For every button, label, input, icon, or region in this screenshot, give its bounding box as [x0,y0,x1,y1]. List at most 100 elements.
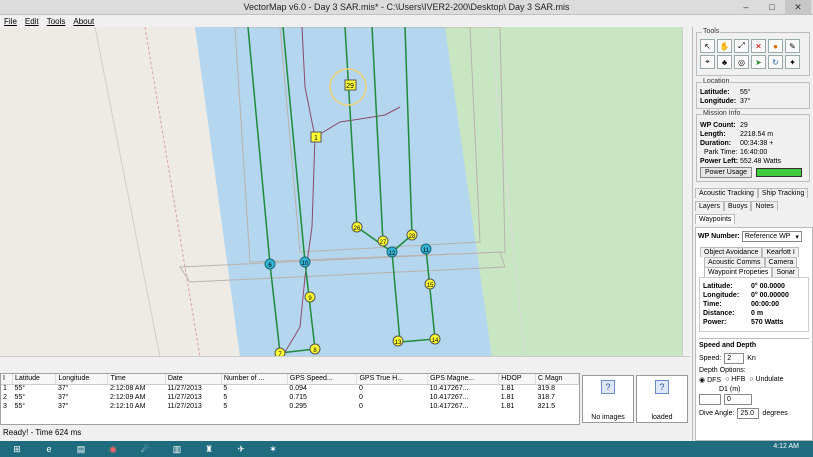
chevron-down-icon: ▾ [795,233,799,241]
image-preview-right[interactable]: ? loaded [636,375,688,423]
side-panel: Tools ↖ ✋ ⤢ ✕ ● ✎ ⌖ ♣ ◎ ➤ ↻ ✦ Location L… [692,27,813,441]
network-icon[interactable]: ☄ [134,442,156,456]
dive-angle-input[interactable]: 25.0 [737,408,760,419]
dfs-radio[interactable]: ◉ DFS [699,376,721,384]
tab-kearfott[interactable]: Kearfott I [762,247,799,257]
hand-icon[interactable]: ✋ [717,39,732,53]
tab-waypoint-properties[interactable]: Waypoint Propeties [704,267,773,277]
waypoint-label: 14 [432,338,439,344]
tab-notes[interactable]: Notes [751,201,778,211]
app-icon[interactable]: ♜ [198,442,220,456]
wp-power-label: Power: [703,319,727,326]
table-row[interactable]: 3 55° 37° 2:12:10 AM 11/27/2013 5 0.295 … [1,402,579,411]
image-preview-left[interactable]: ? No images [582,375,634,423]
speed-unit: Kn [747,355,756,362]
table-row[interactable]: 1 55° 37° 2:12:08 AM 11/27/2013 5 0.094 … [1,384,579,393]
wp-number-select[interactable]: Reference WP ▾ [741,231,802,242]
grid-cell: 11/27/2013 [167,385,202,393]
grid-header[interactable]: GPS Magne... [427,374,500,385]
image-preview-area: ? No images ? loaded [580,373,690,425]
location-group-label: Location [702,78,731,85]
folder-icon[interactable]: ▥ [166,442,188,456]
undulate-label: Undulate [755,376,784,383]
tab-layers[interactable]: Layers [695,201,725,211]
leaf-icon[interactable]: ➤ [751,55,766,69]
pointer-icon[interactable]: ↖ [700,39,715,53]
grid-header[interactable]: GPS True H... [356,374,429,385]
record-icon[interactable]: ● [768,39,783,53]
waypoint-icon[interactable]: ⌖ [700,55,715,69]
map-horizontal-scrollbar[interactable] [0,356,690,365]
gps-data-grid[interactable]: I Latitude Longitude Time Date Number of… [0,373,580,425]
wp-distance-value: 0 m [751,310,764,317]
grid-cell: 37° [57,385,69,393]
power-usage-button[interactable]: Power Usage [700,167,753,178]
longitude-label: Longitude: [700,98,737,105]
wp-count-label: WP Count: [700,122,736,129]
tab-sonar[interactable]: Sonar [772,267,800,277]
d1-label: D1 (m) [719,386,741,393]
tab-camera[interactable]: Camera [764,257,798,267]
menu-about[interactable]: About [73,17,94,26]
hfb-radio[interactable]: ○ HFB [725,376,745,384]
tab-ship-tracking[interactable]: Ship Tracking [757,188,809,198]
grid-header[interactable]: Longitude [55,374,109,385]
battery-icon [756,168,803,177]
grid-cell: 10.417267... [429,403,469,410]
tab-object-avoidance[interactable]: Object Avoidance [700,247,763,257]
grid-cell: 37° [57,394,69,401]
map-view[interactable]: 1 29 26 27 28 6 10 9 7 8 12 11 15 13 14 [0,27,690,357]
waypoint-label: 15 [427,283,434,289]
waypoint-properties: Latitude: 0° 00.0000 Longitude: 0° 00.0000… [699,277,809,332]
window-title: VectorMap v6.0 - Day 3 SAR.mis* - C:\Use… [243,2,570,12]
grid-cell: 10.417267... [429,385,469,393]
map-vertical-scrollbar[interactable] [682,27,691,356]
d1-direction-select[interactable] [699,394,721,405]
tab-acoustic-comms[interactable]: Acoustic Comms [704,257,765,267]
compass-icon[interactable]: ✶ [262,442,284,456]
tab-acoustic-tracking[interactable]: Acoustic Tracking [695,188,758,198]
menu-tools[interactable]: Tools [47,17,66,26]
minimize-button[interactable]: – [733,0,759,14]
tab-waypoints[interactable]: Waypoints [695,214,736,224]
table-row[interactable]: 2 55° 37° 2:12:09 AM 11/27/2013 5 0.715 … [1,393,579,402]
target-icon[interactable]: ◎ [734,55,749,69]
help-icon: ? [655,380,669,394]
speed-input[interactable]: 2 [724,353,745,364]
grid-header[interactable]: C Magn [535,374,579,385]
grid-cell: 2 [3,394,7,401]
settings-icon[interactable]: ✦ [785,55,800,69]
internet-explorer-icon[interactable]: e [38,442,60,456]
app-red-icon[interactable]: ◉ [102,442,124,456]
map-canvas[interactable]: 1 29 26 27 28 6 10 9 7 8 12 11 15 13 14 [0,27,690,357]
undulate-radio[interactable]: ○ Undulate [749,376,783,384]
grid-header[interactable]: Latitude [12,374,57,385]
grid-header[interactable]: Date [165,374,222,385]
grid-cell: 1.81 [500,394,515,401]
speed-depth-label: Speed and Depth [699,342,757,349]
maximize-button[interactable]: □ [759,0,785,14]
waypoints-panel: WP Number: Reference WP ▾ Object Avoidanc… [695,227,813,441]
bucket-icon[interactable]: ♣ [717,55,732,69]
menu-file[interactable]: File [4,17,17,26]
grid-header[interactable]: GPS Speed... [287,374,358,385]
map-app-icon[interactable]: ✈ [230,442,252,456]
windows-start-icon[interactable]: ⊞ [6,442,28,456]
wp-power-value: 570 Watts [751,319,784,326]
delete-icon[interactable]: ✕ [751,39,766,53]
refresh-icon[interactable]: ↻ [768,55,783,69]
grid-header[interactable]: I [1,374,14,385]
close-button[interactable]: ✕ [785,0,811,14]
grid-header[interactable]: Time [107,374,166,385]
grid-header[interactable]: HDOP [498,374,536,385]
menu-edit[interactable]: Edit [25,17,39,26]
ruler-icon[interactable]: ✎ [785,39,800,53]
waypoint-label: 12 [389,251,396,257]
grid-cell: 2:12:08 AM [109,385,146,393]
d1-input[interactable]: 0 [724,394,752,405]
zoom-icon[interactable]: ⤢ [734,39,749,53]
file-explorer-icon[interactable]: ▤ [70,442,92,456]
tab-buoys[interactable]: Buoys [724,201,752,211]
grid-header[interactable]: Number of ... [221,374,288,385]
grid-cell: 1.81 [500,403,515,410]
